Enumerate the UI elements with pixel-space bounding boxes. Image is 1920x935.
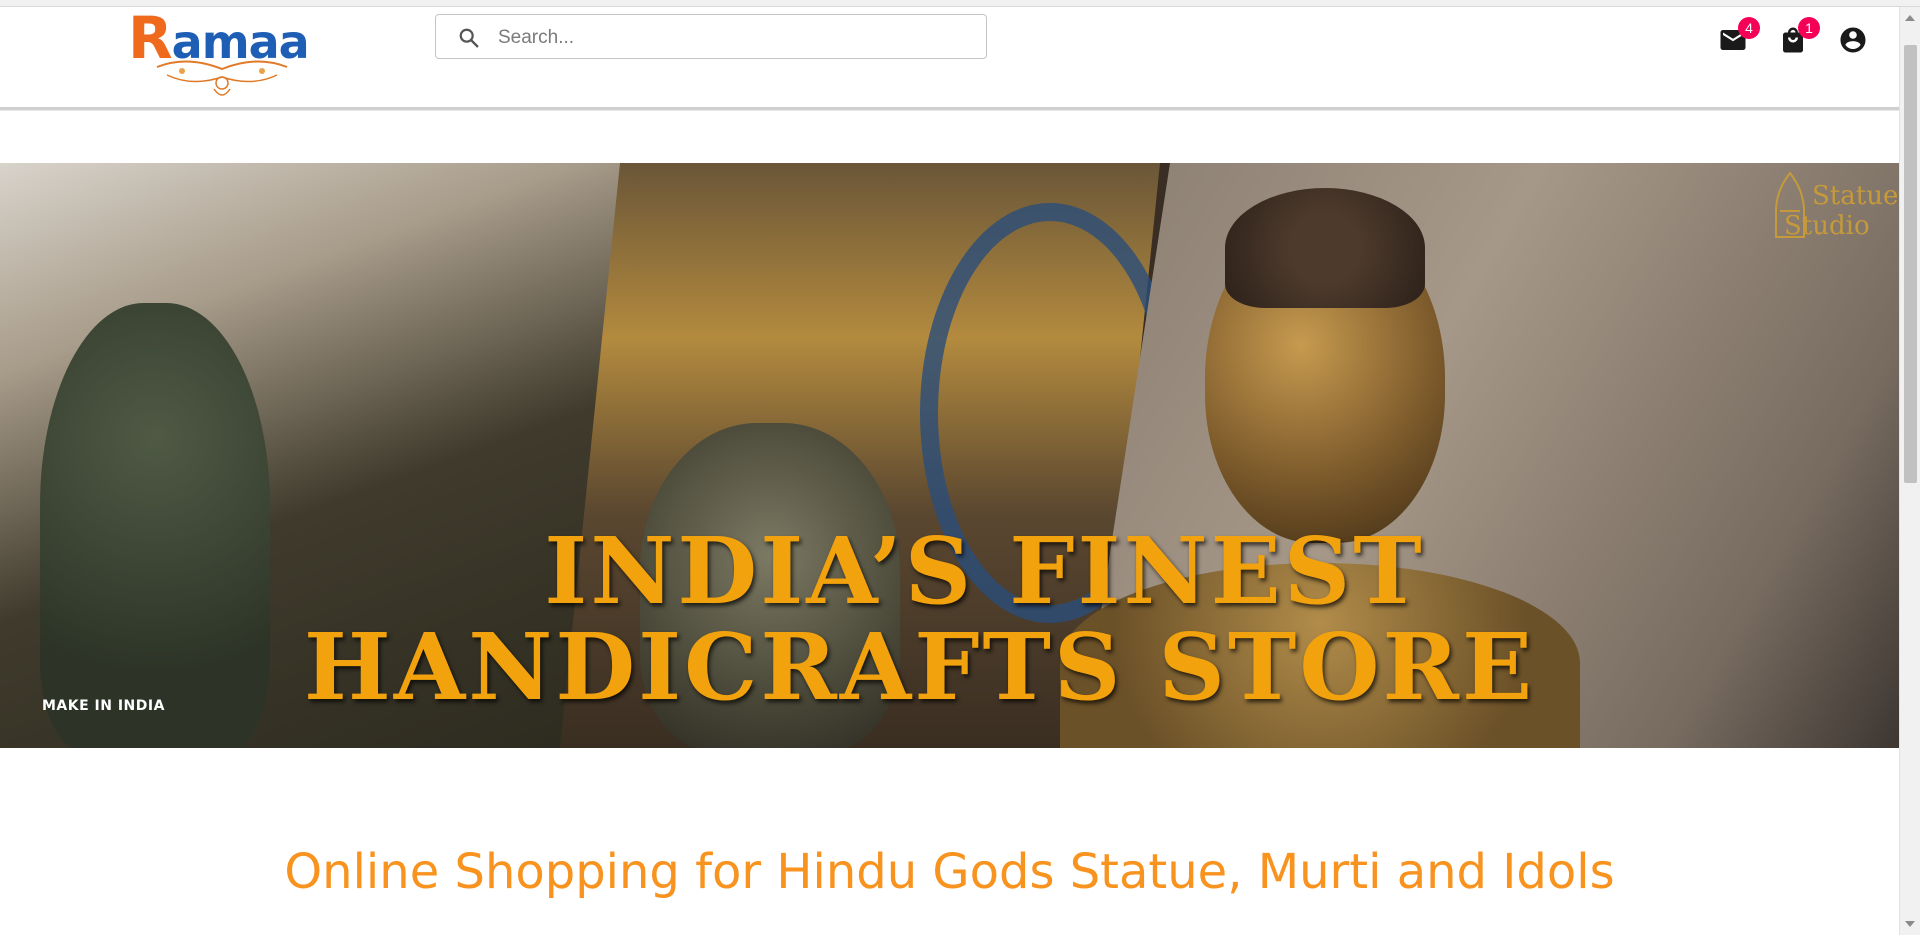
search-icon xyxy=(459,28,479,48)
cart-button[interactable]: 1 xyxy=(1778,17,1820,59)
account-button[interactable] xyxy=(1838,25,1872,59)
page-tagline: Online Shopping for Hindu Gods Statue, M… xyxy=(284,844,1615,901)
site-header: Ramaa 4 xyxy=(0,7,1899,107)
search-input[interactable] xyxy=(496,23,970,53)
messages-button[interactable]: 4 xyxy=(1718,17,1760,59)
browser-top-strip xyxy=(0,0,1920,7)
account-circle-icon xyxy=(1840,27,1866,53)
hero-banner[interactable]: Statue Studio INDIA’S FINEST HANDICRAFTS… xyxy=(0,163,1899,748)
brand-line-2: Studio xyxy=(1784,211,1870,241)
site-logo[interactable]: Ramaa xyxy=(124,7,314,99)
hero-headline-line-2: HANDICRAFTS STORE xyxy=(303,613,1536,721)
buddha-hair-image xyxy=(1225,188,1425,308)
search-box[interactable] xyxy=(435,14,987,59)
messages-badge: 4 xyxy=(1738,17,1760,39)
scroll-thumb[interactable] xyxy=(1904,45,1917,483)
brand-line-1: Statue xyxy=(1812,181,1899,211)
hero-headline-line-1: INDIA’S FINEST xyxy=(544,517,1425,625)
statue-studio-logo: Statue Studio xyxy=(1770,171,1899,251)
logo-ornament-icon xyxy=(156,60,288,96)
page-scrollbar[interactable] xyxy=(1899,7,1920,935)
make-in-india-badge: MAKE IN INDIA xyxy=(42,698,165,714)
scroll-down-arrow-icon[interactable] xyxy=(1905,921,1915,927)
header-divider xyxy=(0,107,1899,111)
cart-badge: 1 xyxy=(1798,17,1820,39)
scroll-up-arrow-icon[interactable] xyxy=(1905,15,1915,21)
hero-headline: INDIA’S FINEST HANDICRAFTS STORE xyxy=(0,523,1899,715)
page: Ramaa 4 xyxy=(0,0,1920,935)
